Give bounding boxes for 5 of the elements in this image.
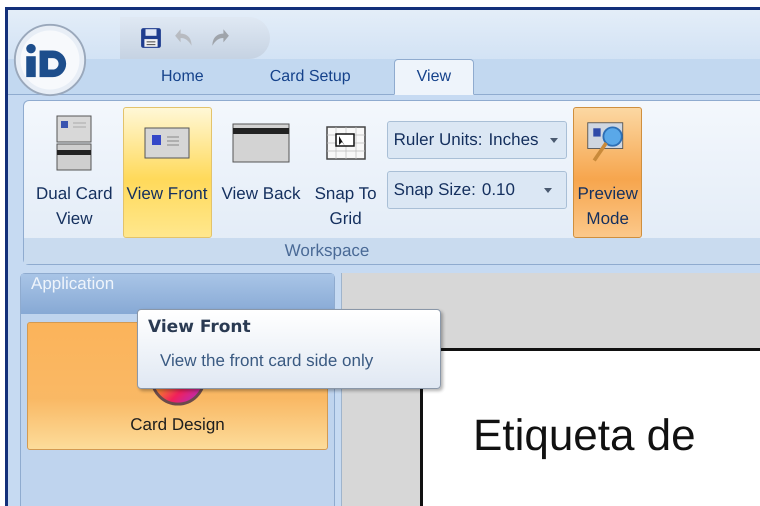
panel-header: Application bbox=[21, 274, 334, 314]
tooltip-text: View the front card side only bbox=[159, 351, 374, 371]
card-text: Etiqueta de bbox=[473, 411, 696, 460]
group-label: Workspace bbox=[24, 238, 760, 264]
tooltip-title: View Front bbox=[148, 317, 252, 337]
